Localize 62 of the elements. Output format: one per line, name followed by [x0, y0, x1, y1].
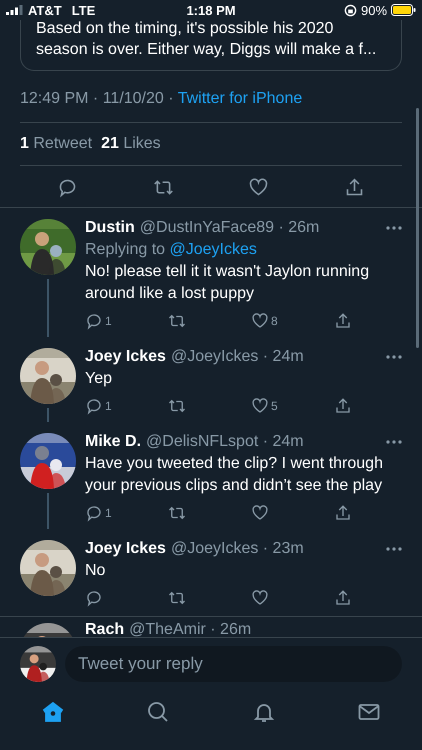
battery-percent: 90%	[360, 2, 388, 18]
reply-icon[interactable]	[57, 177, 78, 198]
user-name[interactable]: Dustin	[85, 219, 135, 237]
share-icon[interactable]	[334, 312, 352, 330]
reply-count: 1	[105, 506, 112, 520]
heart-icon[interactable]	[251, 312, 269, 330]
source-link[interactable]: Twitter for iPhone	[178, 90, 302, 107]
user-name[interactable]: Mike D.	[85, 433, 142, 451]
engagement-stat[interactable]: 1 Retweet	[20, 135, 92, 153]
quoted-tweet-text: season is over. Either way, Diggs will make a f...	[36, 40, 378, 60]
signal-icon	[6, 5, 23, 15]
user-handle: @JoeyIckes · 23m	[170, 540, 305, 558]
user-handle: @JoeyIckes · 24m	[170, 348, 305, 366]
rotation-lock-icon	[344, 4, 357, 16]
more-icon[interactable]	[386, 355, 402, 359]
heart-icon[interactable]	[248, 177, 270, 198]
heart-icon[interactable]	[251, 589, 269, 607]
quoted-tweet-text: Based on the timing, it's possible his 2020	[36, 20, 334, 39]
home-icon[interactable]	[40, 700, 65, 724]
more-icon[interactable]	[386, 226, 402, 230]
reply-text: No! please tell it it wasn't Jaylon running around like a lost puppy	[85, 262, 370, 304]
reply-text: Have you tweeted the clip? I went through your previous clips and didn’t see the play	[85, 454, 384, 496]
reply-icon[interactable]	[85, 397, 103, 415]
like-count: 8	[271, 314, 278, 328]
share-icon[interactable]	[334, 397, 352, 415]
tweet-timestamp: 12:49 PM · 11/10/20 ·	[20, 90, 174, 107]
user-handle: @TheAmir · 26m	[129, 621, 252, 637]
quoted-tweet-card[interactable]: Based on the timing, it's possible his 2020 season is over. Either way, Diggs will make a f...	[20, 20, 402, 71]
heart-icon[interactable]	[251, 397, 269, 415]
share-icon[interactable]	[334, 504, 352, 522]
network-label: LTE	[72, 2, 96, 18]
more-icon[interactable]	[386, 440, 402, 444]
carrier-label: AT&T	[28, 2, 62, 18]
reply-icon[interactable]	[85, 589, 103, 607]
retweet-icon[interactable]	[168, 589, 186, 607]
reply-count: 1	[105, 314, 112, 328]
scrollbar[interactable]	[416, 108, 419, 348]
battery-icon	[391, 4, 416, 16]
reply-count: 1	[105, 399, 112, 413]
retweet-icon[interactable]	[168, 312, 186, 330]
heart-icon[interactable]	[251, 504, 269, 522]
mention-link[interactable]: @JoeyIckes	[170, 241, 257, 258]
engagement-stat[interactable]: 21 Likes	[101, 135, 161, 153]
reply-input-field[interactable]: Tweet your reply	[65, 646, 402, 682]
user-name[interactable]: Rach	[85, 621, 124, 637]
share-icon[interactable]	[334, 589, 352, 607]
retweet-icon[interactable]	[168, 397, 186, 415]
user-handle: @DustInYaFace89 · 26m	[140, 219, 320, 237]
retweet-icon[interactable]	[168, 504, 186, 522]
like-count: 5	[271, 399, 278, 413]
user-handle: @DelisNFLspot · 24m	[146, 433, 305, 451]
reply-icon[interactable]	[85, 312, 103, 330]
reply-text: Yep	[85, 369, 113, 389]
more-icon[interactable]	[386, 547, 402, 551]
share-icon[interactable]	[344, 177, 365, 198]
search-icon[interactable]	[146, 700, 170, 724]
user-name[interactable]: Joey Ickes	[85, 540, 166, 558]
user-name[interactable]: Joey Ickes	[85, 348, 166, 366]
reply-text: No	[85, 561, 106, 581]
reply-icon[interactable]	[85, 504, 103, 522]
replying-to-label: Replying to @JoeyIckes	[85, 241, 258, 259]
status-time: 1:18 PM	[186, 2, 236, 18]
